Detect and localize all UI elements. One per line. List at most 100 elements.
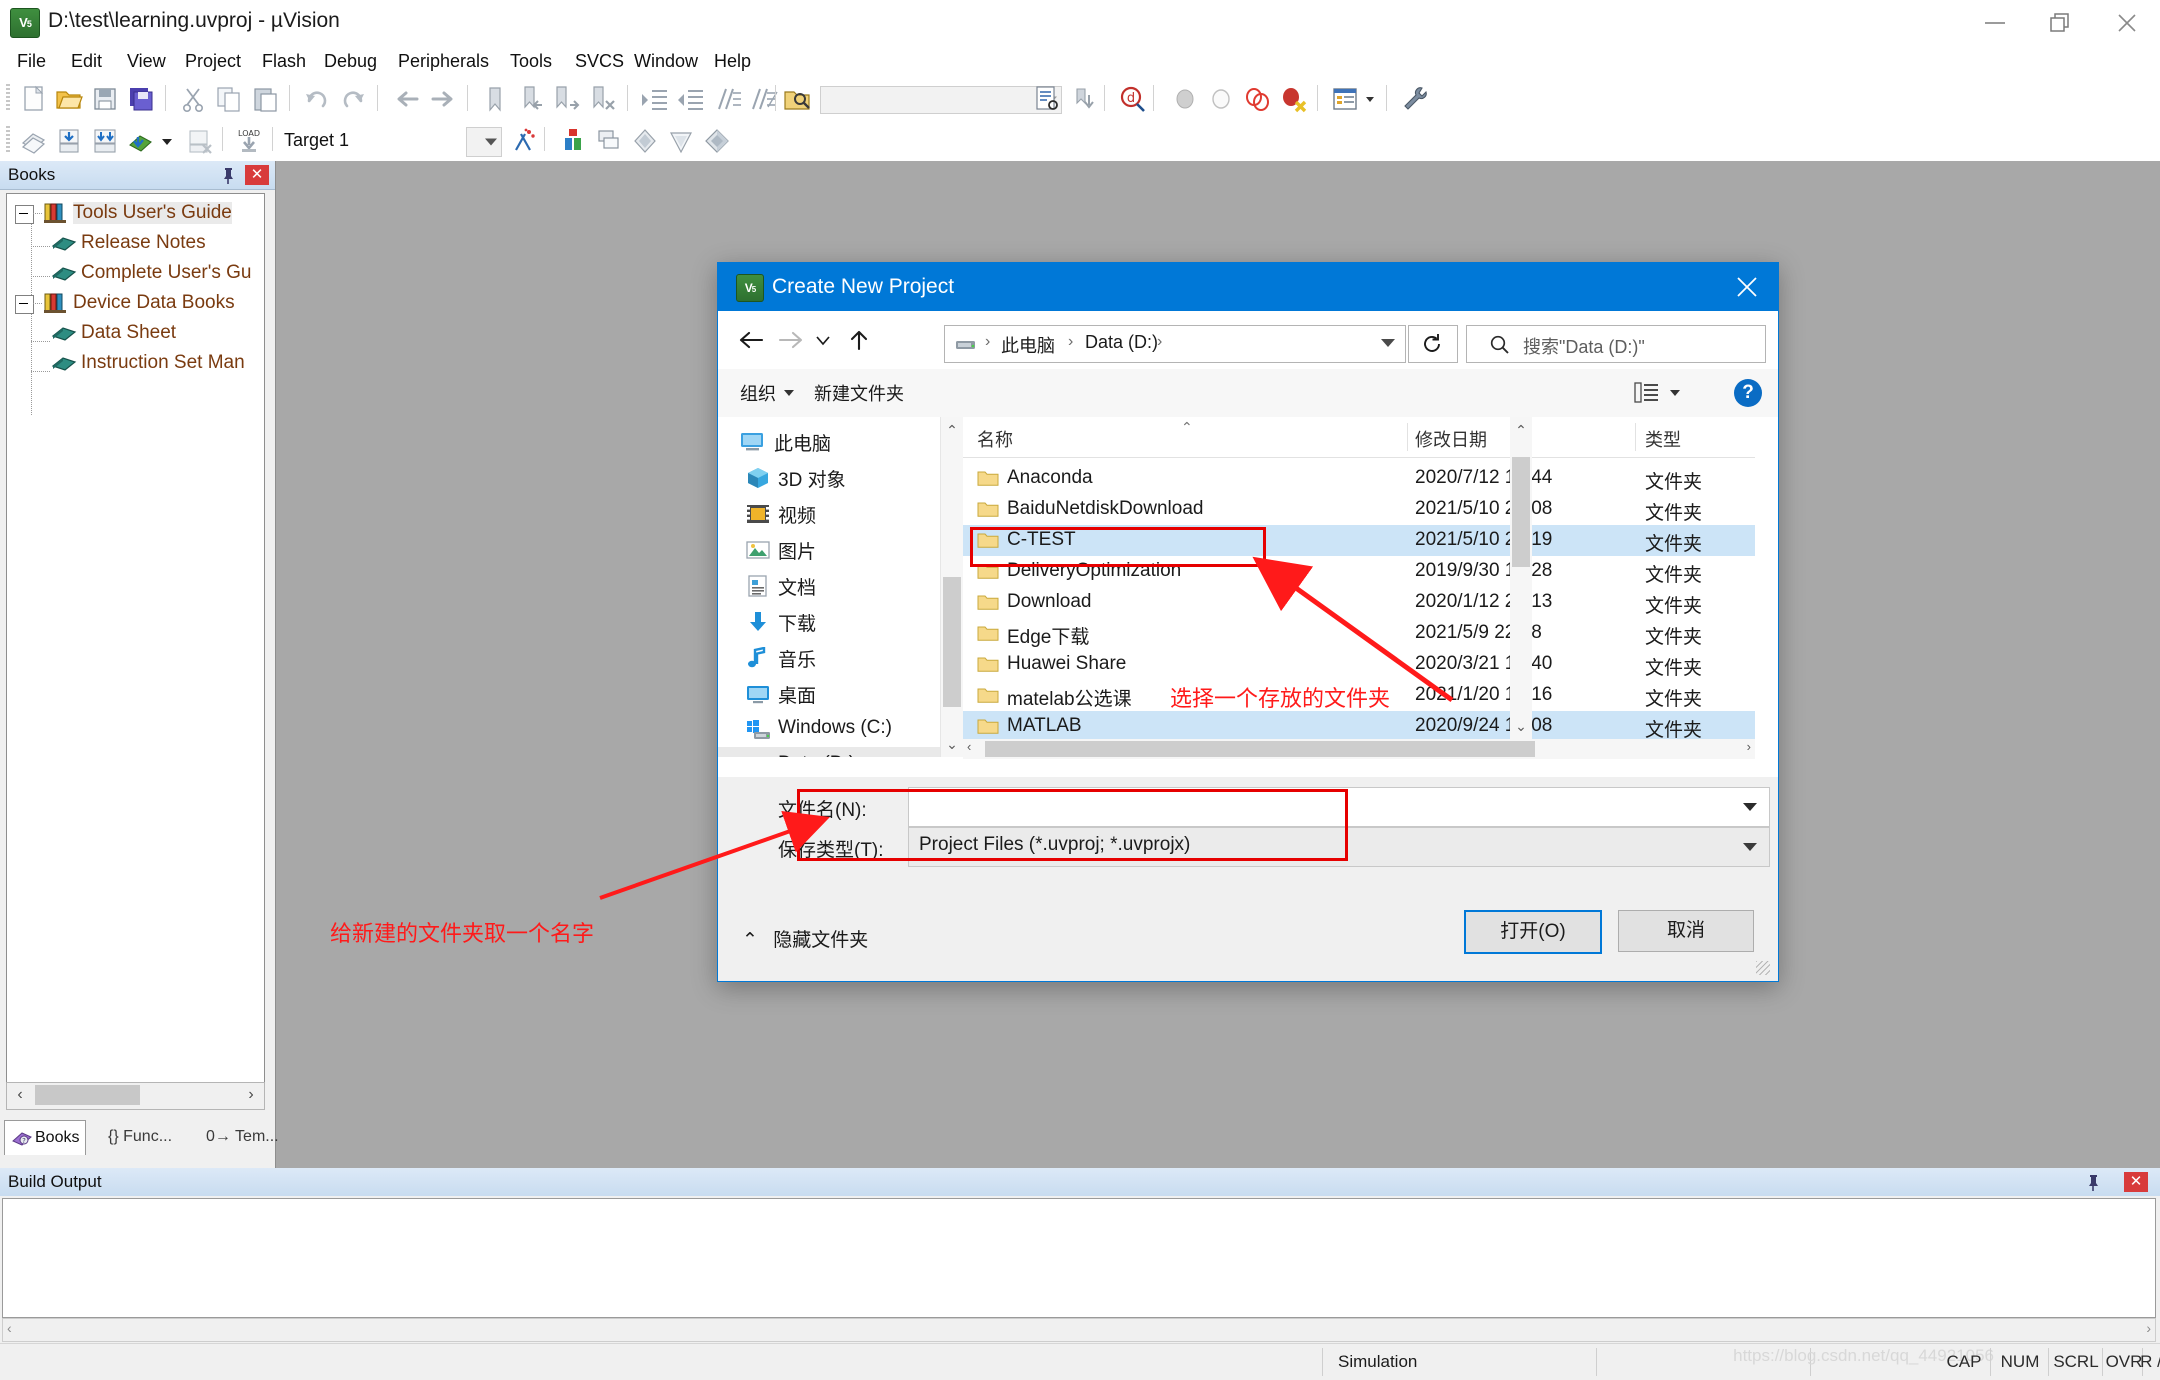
disable-breakpoint-icon[interactable] [1204,82,1238,116]
indent-increase-icon[interactable] [638,82,672,116]
pin-icon[interactable] [217,165,239,185]
nav-item-windows-c[interactable]: Windows (C:) [718,711,940,747]
tree-item-data-sheet[interactable]: Data Sheet [7,318,264,348]
nav-item-music[interactable]: 音乐 [718,639,940,675]
collapse-expander-icon[interactable] [15,205,34,224]
navigate-back-icon[interactable] [390,82,424,116]
toolbar-grip[interactable] [6,84,10,112]
column-header-name[interactable]: 名称 [977,426,1013,452]
find-in-file-icon[interactable] [1030,82,1064,116]
find-combo[interactable] [820,86,1062,114]
tree-item-release-notes[interactable]: Release Notes [7,228,264,258]
restore-button[interactable] [2028,0,2094,45]
comment-icon[interactable] [710,82,744,116]
view-layout-icon[interactable] [1634,381,1660,410]
incremental-find-icon[interactable] [1066,82,1100,116]
organize-button[interactable]: 组织 [740,380,776,406]
menu-help[interactable]: Help [705,47,760,75]
chevron-down-icon[interactable] [1743,843,1757,851]
manage-project-icon[interactable] [700,124,734,158]
scroll-left-icon[interactable]: ‹ [967,739,971,754]
menu-debug[interactable]: Debug [315,47,386,75]
up-arrow-icon[interactable] [842,323,876,357]
books-tree[interactable]: Tools User's Guide Release Notes Complet… [6,193,265,1095]
manage-windows-dropdown[interactable] [1360,82,1380,116]
forward-arrow-icon[interactable] [774,323,808,357]
resize-grip[interactable] [1756,961,1770,975]
download-to-flash-icon[interactable]: LOAD [232,124,266,158]
save-all-icon[interactable] [124,82,158,116]
build-output-horizontal-scrollbar[interactable]: ‹ › [2,1318,2156,1342]
debug-start-icon[interactable]: d [1115,82,1149,116]
hide-folders-toggle[interactable]: ⌃ 隐藏文件夹 [742,925,868,952]
bookmark-next-icon[interactable] [550,82,584,116]
cut-icon[interactable] [176,82,210,116]
recent-locations-chevron-down-icon[interactable] [810,323,836,357]
copy-icon[interactable] [212,82,246,116]
manage-components-icon[interactable] [592,124,626,158]
bookmark-toggle-icon[interactable] [478,82,512,116]
close-button[interactable] [2094,0,2160,45]
save-icon[interactable] [88,82,122,116]
kill-all-breakpoints-icon[interactable] [1276,82,1310,116]
new-folder-button[interactable]: 新建文件夹 [814,380,904,406]
configure-target-icon[interactable] [1398,82,1432,116]
insert-breakpoint-icon[interactable] [1168,82,1202,116]
column-header-type[interactable]: 类型 [1645,426,1681,452]
batch-build-icon[interactable] [124,124,158,158]
options-for-target-icon[interactable] [556,124,590,158]
file-row-matlab[interactable]: MATLAB 2020/9/24 19:08 文件夹 [963,711,1755,742]
build-target-icon[interactable] [52,124,86,158]
translate-file-icon[interactable] [16,124,50,158]
file-list-horizontal-scrollbar[interactable]: ‹ › [963,739,1755,759]
collapse-expander-icon[interactable] [15,295,34,314]
tab-templates[interactable]: 0→ Tem... [196,1120,285,1154]
scroll-left-icon[interactable]: ‹ [7,1320,12,1336]
navigation-pane[interactable]: 此电脑 3D 对象 视频 图片 [718,417,940,757]
tab-functions[interactable]: {} Func... [98,1120,178,1154]
open-button[interactable]: 打开(O) [1464,910,1602,954]
nav-item-pictures[interactable]: 图片 [718,531,940,567]
tree-item-device-data-books[interactable]: Device Data Books [7,288,264,318]
view-dropdown-chevron-down-icon[interactable] [1670,390,1680,396]
nav-item-3d-objects[interactable]: 3D 对象 [718,459,940,495]
file-row-download[interactable]: Download 2020/1/12 21:13 文件夹 [963,587,1755,618]
scroll-up-icon[interactable]: ⌃ [941,419,963,441]
paste-icon[interactable] [248,82,282,116]
help-icon[interactable]: ? [1734,379,1762,407]
file-row-anaconda[interactable]: Anaconda 2020/7/12 16:44 文件夹 [963,463,1755,494]
scroll-up-icon[interactable]: ⌃ [1510,419,1532,441]
target-options-icon[interactable] [506,124,540,158]
scroll-right-icon[interactable]: › [239,1084,263,1106]
find-in-files-icon[interactable] [780,82,814,116]
rebuild-all-icon[interactable] [88,124,122,158]
tree-item-complete-users-guide[interactable]: Complete User's Gu [7,258,264,288]
navigate-forward-icon[interactable] [426,82,460,116]
target-combo-dropdown[interactable] [466,127,502,157]
file-row-huawei-share[interactable]: Huawei Share 2020/3/21 15:40 文件夹 [963,649,1755,680]
nav-item-documents[interactable]: 文档 [718,567,940,603]
tab-books[interactable]: ? Books [4,1120,86,1155]
scrollbar-thumb[interactable] [943,577,961,707]
redo-icon[interactable] [336,82,370,116]
undo-icon[interactable] [300,82,334,116]
menu-project[interactable]: Project [176,47,250,75]
scroll-left-icon[interactable]: ‹ [8,1084,32,1106]
nav-item-downloads[interactable]: 下载 [718,603,940,639]
scroll-down-icon[interactable]: ⌄ [941,733,963,755]
indent-decrease-icon[interactable] [674,82,708,116]
menu-peripherals[interactable]: Peripherals [389,47,498,75]
project-items-icon[interactable] [628,124,662,158]
dialog-close-button[interactable] [1716,263,1778,311]
refresh-button[interactable] [1408,325,1458,363]
close-icon[interactable]: ✕ [2124,1172,2148,1192]
remove-item-icon[interactable] [664,124,698,158]
menu-svcs[interactable]: SVCS [566,47,633,75]
bookmark-clear-icon[interactable] [586,82,620,116]
chevron-down-icon[interactable] [1743,803,1757,811]
column-header-date[interactable]: 修改日期 [1415,426,1487,452]
chevron-down-icon[interactable] [1381,339,1395,347]
disable-all-breakpoints-icon[interactable] [1240,82,1274,116]
stop-build-icon[interactable] [182,124,216,158]
books-horizontal-scrollbar[interactable]: ‹ › [6,1082,265,1110]
